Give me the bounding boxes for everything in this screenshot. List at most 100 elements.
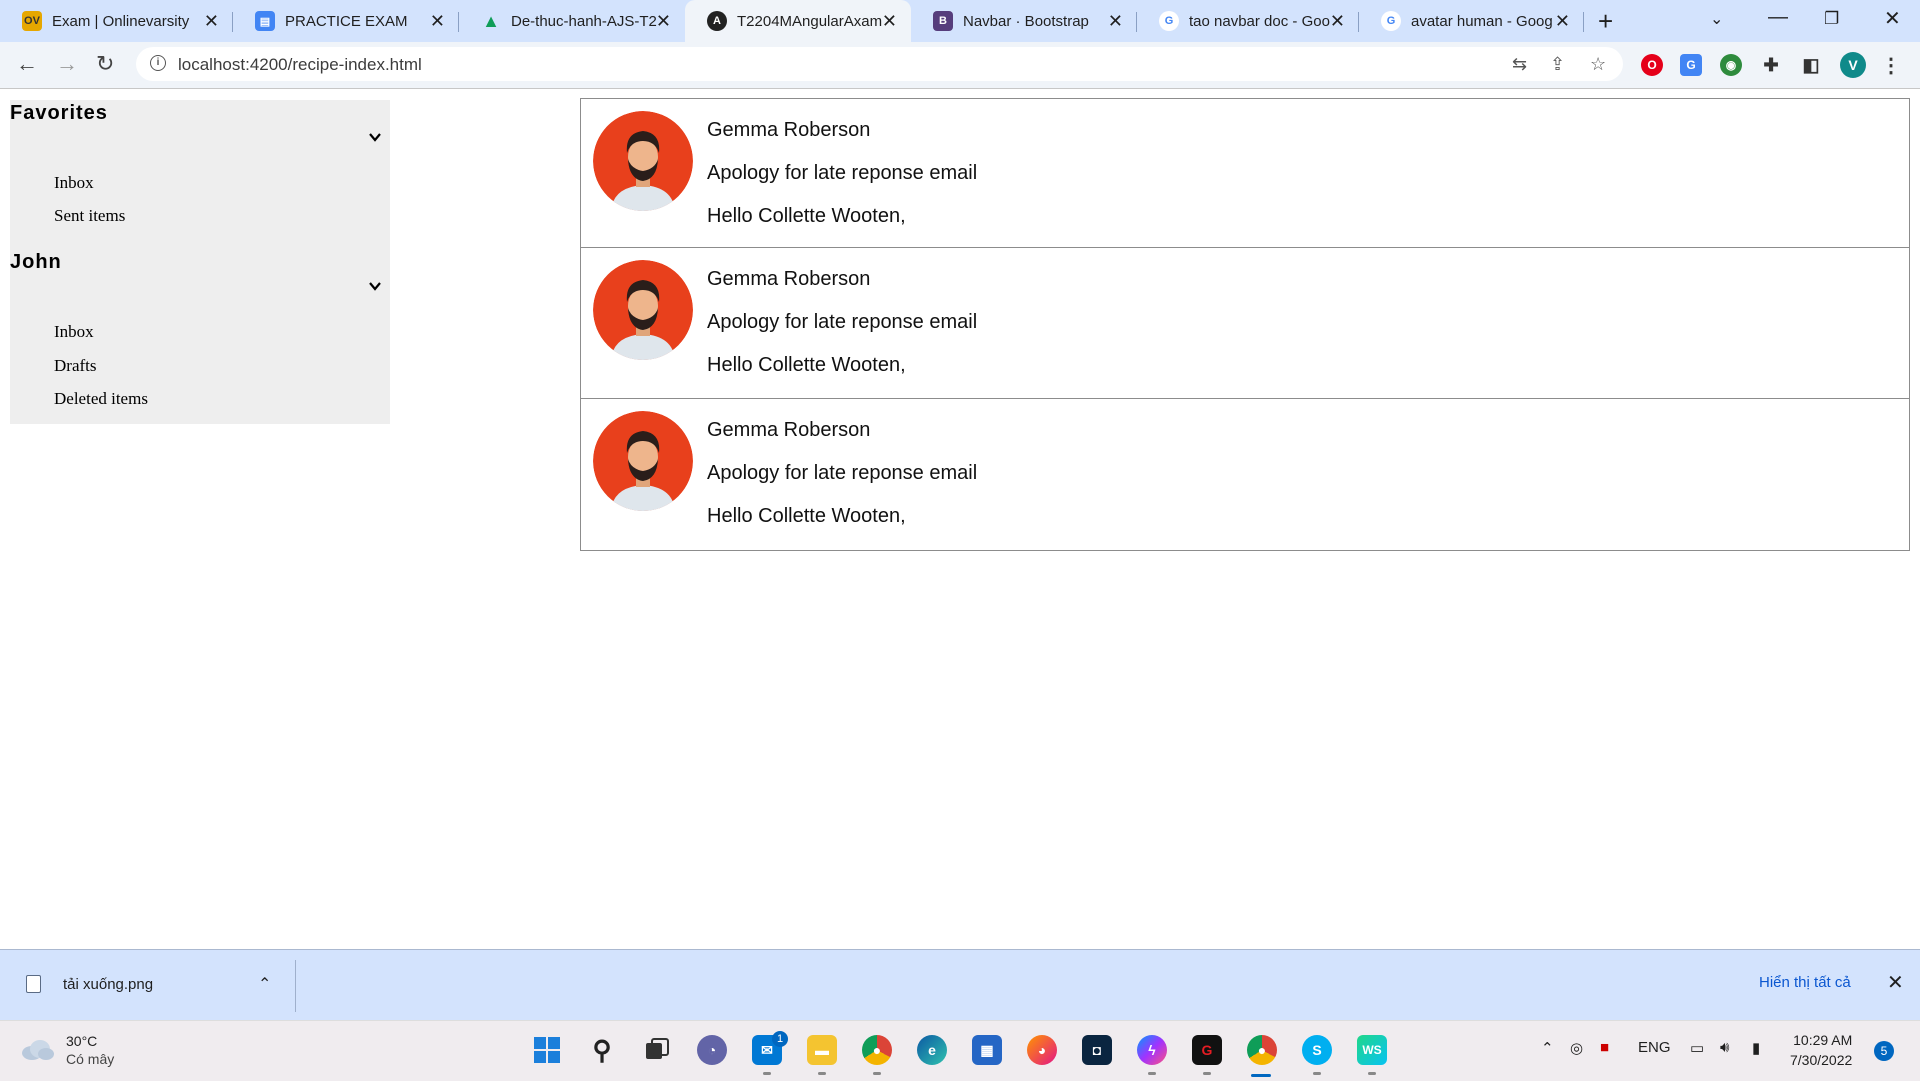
clock-time: 10:29 AM	[1793, 1032, 1853, 1048]
address-bar[interactable]: i localhost:4200/recipe-index.html ⇆ ⇪ ☆	[136, 47, 1623, 81]
webstorm-icon[interactable]: WS	[1357, 1035, 1387, 1065]
file-explorer-icon[interactable]: ▬	[807, 1035, 837, 1065]
firefox-icon[interactable]: ◕	[1027, 1035, 1057, 1065]
mail-subject: Apology for late reponse email	[707, 311, 978, 333]
restore-button[interactable]: ❐	[1824, 9, 1839, 29]
garena-tray-icon[interactable]: ■	[1600, 1039, 1609, 1056]
mail-subject: Apology for late reponse email	[707, 162, 978, 184]
menu-kebab-icon[interactable]: ⋮	[1880, 54, 1902, 77]
tab-onlinevarsity[interactable]: OV Exam | Onlinevarsity ✕	[0, 0, 233, 42]
new-tab-button[interactable]: +	[1598, 6, 1613, 37]
tab-google-navbar[interactable]: G tao navbar doc - Goo ✕	[1137, 0, 1359, 42]
volume-icon[interactable]: 🔊︎	[1720, 1039, 1729, 1056]
weather-widget[interactable]: 30°C Có mây	[20, 1033, 114, 1067]
info-icon[interactable]: i	[150, 55, 166, 71]
close-window-button[interactable]: ✕	[1884, 6, 1901, 31]
close-icon[interactable]: ✕	[430, 11, 445, 32]
download-item[interactable]: tải xuống.png	[26, 975, 153, 993]
reload-button[interactable]: ↻	[96, 51, 114, 77]
mail-preview: Hello Collette Wooten,	[707, 205, 906, 227]
search-icon[interactable]: ⚲	[587, 1035, 617, 1065]
show-all-downloads-link[interactable]: Hiển thị tất cả	[1759, 974, 1851, 991]
close-icon[interactable]: ✕	[882, 11, 897, 32]
forward-button[interactable]: →	[56, 51, 78, 77]
clock[interactable]: 10:29 AM 7/30/2022	[1790, 1030, 1852, 1070]
tab-google-avatar[interactable]: G avatar human - Goog ✕	[1359, 0, 1584, 42]
skype-icon[interactable]: S	[1302, 1035, 1332, 1065]
globe-extension-icon[interactable]: ◉	[1720, 54, 1742, 76]
group-title-favorites[interactable]: Favorites	[10, 102, 108, 125]
messenger-icon[interactable]: ϟ	[1137, 1035, 1167, 1065]
tab-search-icon[interactable]: ⌄	[1710, 9, 1723, 29]
google-favicon: G	[1159, 11, 1179, 31]
chrome-icon[interactable]: ●	[862, 1035, 892, 1065]
tab-separator	[1583, 12, 1584, 32]
garena-icon[interactable]: G	[1192, 1035, 1222, 1065]
tab-practice-exam[interactable]: ▤ PRACTICE EXAM ✕	[233, 0, 459, 42]
minimize-button[interactable]: —	[1768, 6, 1788, 29]
edge-icon[interactable]: e	[917, 1035, 947, 1065]
mail-subject: Apology for late reponse email	[707, 462, 978, 484]
mail-preview: Hello Collette Wooten,	[707, 505, 906, 527]
avatar	[593, 260, 693, 360]
angular-favicon: A	[707, 11, 727, 31]
tab-strip: OV Exam | Onlinevarsity ✕ ▤ PRACTICE EXA…	[0, 0, 1920, 42]
group-title-john[interactable]: John	[10, 251, 62, 274]
notification-badge[interactable]: 5	[1874, 1041, 1894, 1061]
network-icon[interactable]: ▭	[1690, 1039, 1704, 1057]
running-indicator	[763, 1072, 771, 1075]
store-icon[interactable]: ▦	[972, 1035, 1002, 1065]
sidebar-item-drafts[interactable]: Drafts	[54, 356, 96, 376]
close-icon[interactable]: ✕	[1330, 11, 1345, 32]
battery-icon[interactable]: ▮	[1752, 1039, 1760, 1057]
onlinevarsity-favicon: OV	[22, 11, 42, 31]
close-icon[interactable]: ✕	[1555, 11, 1570, 32]
folder-sidebar: Favorites Inbox Sent items John Inbox Dr…	[10, 100, 390, 424]
classroom-favicon: ▤	[255, 11, 275, 31]
chevron-up-icon[interactable]: ⌃	[1541, 1039, 1554, 1057]
mail-badge: 1	[772, 1031, 788, 1047]
chevron-up-icon[interactable]: ⌃	[258, 974, 271, 994]
running-indicator	[1313, 1072, 1321, 1075]
mail-item[interactable]: Gemma Roberson Apology for late reponse …	[580, 98, 1910, 248]
download-bar: tải xuống.png ⌃ Hiển thị tất cả ✕	[0, 949, 1920, 1021]
translate-icon[interactable]: ⇆	[1512, 54, 1527, 75]
opera-extension-icon[interactable]: O	[1641, 54, 1663, 76]
close-icon[interactable]: ✕	[656, 11, 671, 32]
divider	[295, 960, 296, 1012]
close-icon[interactable]: ✕	[1887, 970, 1904, 995]
mail-item[interactable]: Gemma Roberson Apology for late reponse …	[580, 398, 1910, 551]
close-icon[interactable]: ✕	[1108, 11, 1123, 32]
file-icon	[26, 975, 41, 993]
profile-avatar[interactable]: V	[1840, 52, 1866, 78]
mail-item[interactable]: Gemma Roberson Apology for late reponse …	[580, 247, 1910, 399]
tab-de-thuc-hanh[interactable]: ▲ De-thuc-hanh-AJS-T2 ✕	[459, 0, 685, 42]
chevron-down-icon[interactable]	[368, 130, 382, 144]
side-panel-icon[interactable]: ◧	[1800, 54, 1822, 76]
app-icon[interactable]: ◘	[1082, 1035, 1112, 1065]
teams-chat-icon[interactable]: ◔	[697, 1035, 727, 1065]
back-button[interactable]: ←	[16, 51, 38, 77]
mail-list: Gemma Roberson Apology for late reponse …	[580, 98, 1910, 551]
tab-title: De-thuc-hanh-AJS-T2	[511, 12, 657, 30]
sidebar-item-inbox[interactable]: Inbox	[54, 322, 94, 342]
chrome-profile-icon[interactable]: ●	[1247, 1035, 1277, 1065]
google-translate-extension-icon[interactable]: G	[1680, 54, 1702, 76]
sidebar-item-sent-items[interactable]: Sent items	[54, 206, 125, 226]
windows-start-icon[interactable]	[532, 1035, 562, 1065]
share-icon[interactable]: ⇪	[1550, 54, 1565, 75]
steam-icon[interactable]: ◎	[1570, 1039, 1583, 1057]
avatar	[593, 411, 693, 511]
running-indicator	[1203, 1072, 1211, 1075]
sidebar-item-inbox[interactable]: Inbox	[54, 173, 94, 193]
bookmark-star-icon[interactable]: ☆	[1590, 54, 1606, 75]
chevron-down-icon[interactable]	[368, 279, 382, 293]
tab-navbar-bootstrap[interactable]: B Navbar · Bootstrap ✕	[911, 0, 1137, 42]
language-indicator[interactable]: ENG	[1638, 1039, 1671, 1056]
task-view-icon[interactable]	[642, 1035, 672, 1065]
sidebar-item-deleted-items[interactable]: Deleted items	[54, 389, 148, 409]
tab-angular-exam[interactable]: A T2204MAngularAxam ✕	[685, 0, 911, 42]
close-icon[interactable]: ✕	[204, 11, 219, 32]
extensions-puzzle-icon[interactable]: ✚	[1760, 54, 1782, 76]
url-text[interactable]: localhost:4200/recipe-index.html	[178, 55, 422, 75]
